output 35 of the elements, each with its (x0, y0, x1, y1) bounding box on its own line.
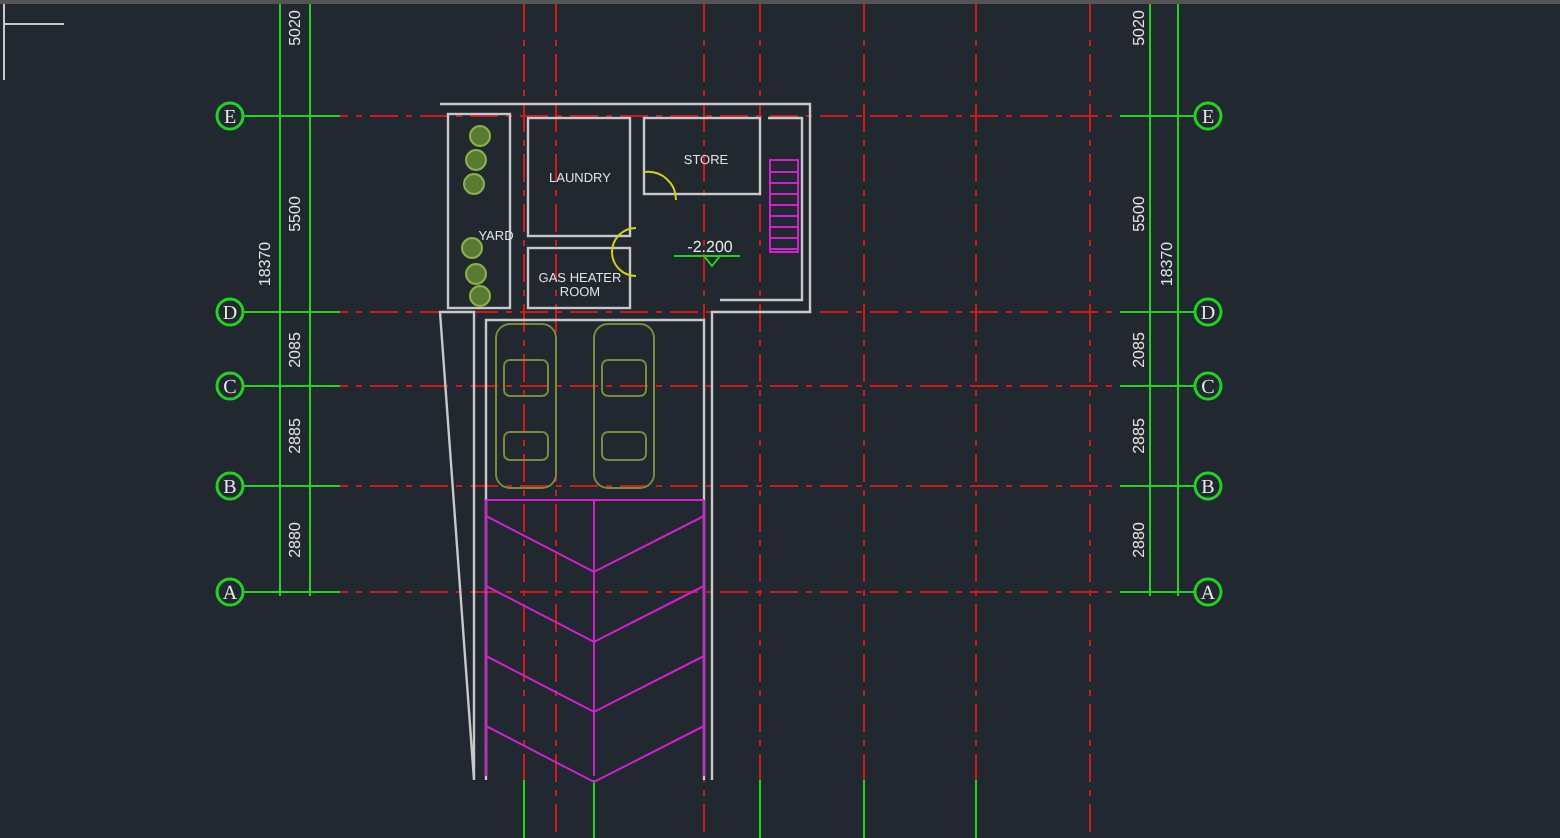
dimension-text: 5500 (1130, 196, 1148, 232)
tree-icon (469, 125, 491, 147)
grid-axis-bubble: D (215, 297, 245, 327)
tree-icon (469, 285, 491, 307)
level-text: -2.200 (687, 238, 733, 256)
grid-axis-bubble: E (215, 101, 245, 131)
dimension-text: 2880 (286, 522, 304, 558)
tree-icon (461, 237, 483, 259)
dimension-text: 2085 (286, 332, 304, 368)
grid-axis-bubble: B (1193, 471, 1223, 501)
tree-icon (463, 173, 485, 195)
dimension-text: 5500 (286, 196, 304, 232)
level-marker-icon (673, 255, 741, 268)
dimension-text: 5020 (286, 10, 304, 46)
grid-axis-bubble: B (215, 471, 245, 501)
car-icon (593, 323, 655, 489)
dimension-text: 2885 (286, 418, 304, 454)
dimension-text: 18370 (1158, 241, 1176, 287)
dimension-text: 5020 (1130, 10, 1148, 46)
dimension-text: 2085 (1130, 332, 1148, 368)
car-icon (495, 323, 557, 489)
tree-icon (465, 263, 487, 285)
crosshair-cursor-icon (3, 4, 65, 81)
tree-icon (465, 149, 487, 171)
grid-axis-bubble: E (1193, 101, 1223, 131)
grid-axis-bubble: A (215, 577, 245, 607)
door-swing (611, 170, 677, 277)
grid-axis-bubble: C (1193, 371, 1223, 401)
stair-drawing (769, 159, 799, 253)
dimension-text: 2880 (1130, 522, 1148, 558)
grid-axis-bubble: A (1193, 577, 1223, 607)
grid-axis-bubble: C (215, 371, 245, 401)
dimension-text: 2885 (1130, 418, 1148, 454)
dimension-text: 18370 (256, 241, 274, 287)
grid-axis-bubble: D (1193, 297, 1223, 327)
